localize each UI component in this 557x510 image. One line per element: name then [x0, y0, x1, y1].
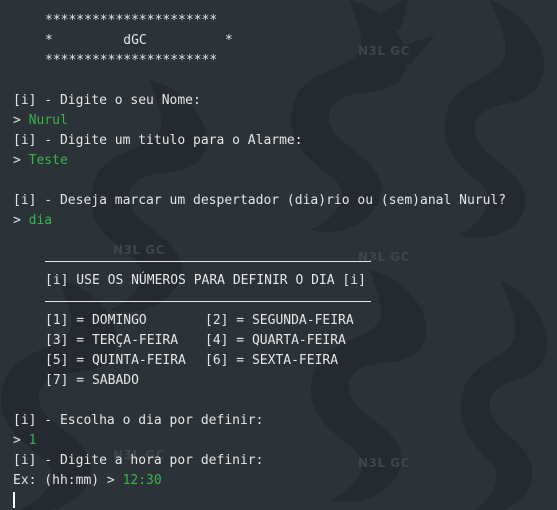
hour-input-line[interactable]: Ex: (hh:mm) > 12:30: [13, 471, 162, 491]
day-menu-header: [i] USE OS NÚMEROS PARA DEFINIR O DIA [i…: [45, 273, 366, 288]
day-option: [3] = TERÇA-FEIRA: [45, 333, 179, 348]
hour-prompt: [i] - Digite a hora por definir:: [13, 453, 264, 468]
prompt-marker: >: [13, 433, 29, 448]
text-cursor: [13, 492, 15, 508]
name-value: Nurul: [28, 113, 68, 128]
mode-answer-line: > dia: [13, 211, 52, 231]
day-choice-value: 1: [28, 433, 37, 448]
day-option: [6] = SEXTA-FEIRA: [205, 353, 339, 368]
banner-title: * dGC *: [45, 33, 233, 48]
prompt-marker: >: [13, 153, 29, 168]
title-answer-line: > Teste: [13, 151, 68, 171]
day-option: [5] = QUINTA-FEIRA: [45, 353, 186, 368]
menu-divider-bottom: [45, 301, 371, 302]
day-option: [7] = SABADO: [45, 373, 139, 388]
day-option: [2] = SEGUNDA-FEIRA: [205, 313, 354, 328]
day-choice-prompt: [i] - Escolha o dia por definir:: [13, 413, 264, 428]
banner-bottom: **********************: [45, 53, 218, 68]
mode-value: dia: [28, 213, 53, 228]
banner-top: **********************: [45, 13, 218, 28]
prompt-marker: >: [13, 113, 29, 128]
hour-value[interactable]: 12:30: [123, 473, 162, 488]
name-prompt: [i] - Digite o seu Nome:: [13, 93, 201, 108]
name-answer-line: > Nurul: [13, 111, 68, 131]
title-prompt: [i] - Digite um titulo para o Alarme:: [13, 133, 303, 148]
day-option: [1] = DOMINGO: [45, 313, 147, 328]
terminal-window[interactable]: ********************** * dGC * *********…: [0, 0, 557, 510]
prompt-marker: >: [13, 213, 29, 228]
day-option: [4] = QUARTA-FEIRA: [205, 333, 346, 348]
hour-example-label: Ex: (hh:mm) >: [13, 473, 123, 488]
day-choice-answer-line: > 1: [13, 431, 36, 451]
mode-prompt: [i] - Deseja marcar um despertador (dia)…: [13, 193, 507, 208]
title-value: Teste: [28, 153, 68, 168]
menu-divider-top: [45, 261, 371, 262]
